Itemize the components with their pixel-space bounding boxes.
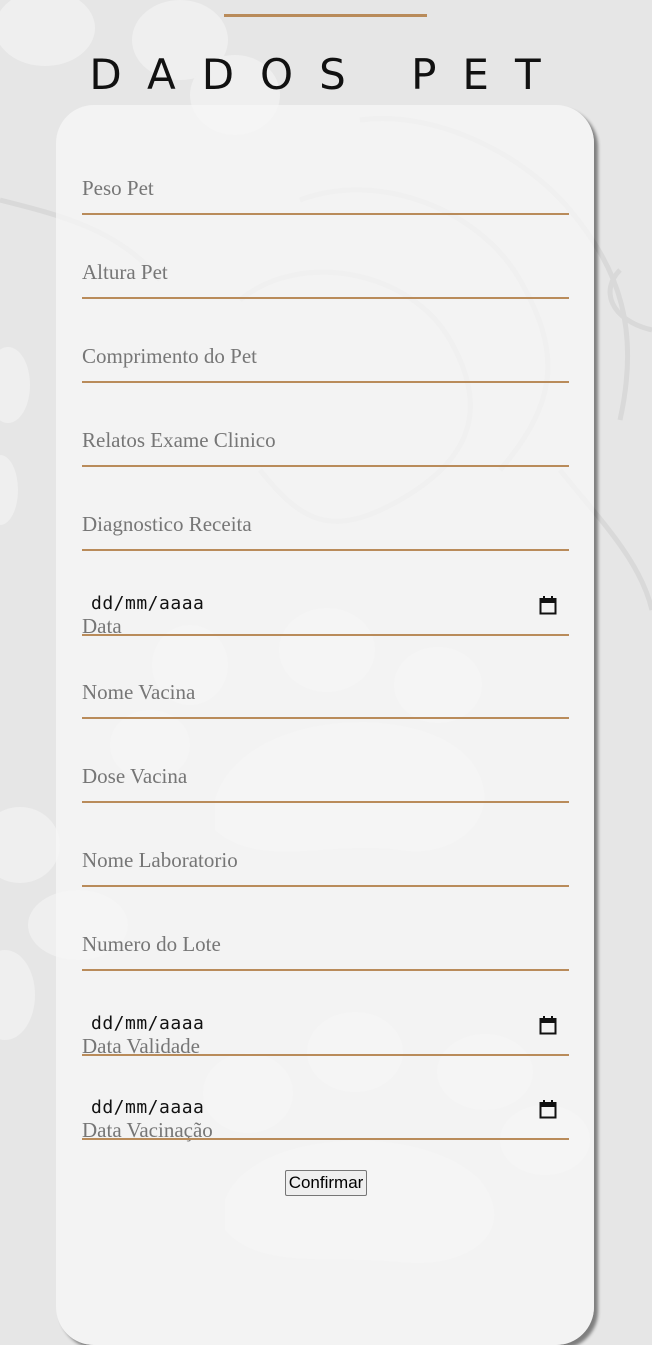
pet-height-input[interactable] xyxy=(82,247,569,299)
calendar-icon[interactable] xyxy=(539,1099,557,1119)
laboratory-field-group xyxy=(82,805,569,889)
vaccine-dose-input[interactable] xyxy=(82,751,569,803)
pet-data-form: Data dd/mm/aaaa Data Validade dd/mm/aaaa… xyxy=(82,133,569,1142)
page-title: DADOS PET xyxy=(89,50,567,99)
calendar-icon[interactable] xyxy=(539,595,557,615)
submit-row: Confirmar xyxy=(0,1170,652,1196)
vaccine-name-field-group xyxy=(82,637,569,721)
height-field-group xyxy=(82,217,569,301)
vaccine-dose-field-group xyxy=(82,721,569,805)
expiry-date-field-group: Data Validade dd/mm/aaaa xyxy=(82,973,569,1058)
exam-report-field-group xyxy=(82,385,569,469)
laboratory-name-input[interactable] xyxy=(82,835,569,887)
weight-field-group xyxy=(82,133,569,217)
clinical-exam-report-input[interactable] xyxy=(82,415,569,467)
date-value: dd/mm/aaaa xyxy=(91,593,205,614)
length-field-group xyxy=(82,301,569,385)
diagnosis-field-group xyxy=(82,469,569,553)
expiry-date-value: dd/mm/aaaa xyxy=(91,1013,205,1034)
confirm-button[interactable]: Confirmar xyxy=(284,1170,368,1196)
pet-length-input[interactable] xyxy=(82,331,569,383)
diagnosis-prescription-input[interactable] xyxy=(82,499,569,551)
date-field-group: Data dd/mm/aaaa xyxy=(82,553,569,638)
vaccine-name-input[interactable] xyxy=(82,667,569,719)
lot-number-input[interactable] xyxy=(82,919,569,971)
lot-number-field-group xyxy=(82,889,569,973)
vaccination-date-field-group: Data Vacinação dd/mm/aaaa xyxy=(82,1057,569,1142)
calendar-icon[interactable] xyxy=(539,1015,557,1035)
title-divider xyxy=(224,14,427,17)
pet-weight-input[interactable] xyxy=(82,163,569,215)
vaccination-date-value: dd/mm/aaaa xyxy=(91,1097,205,1118)
